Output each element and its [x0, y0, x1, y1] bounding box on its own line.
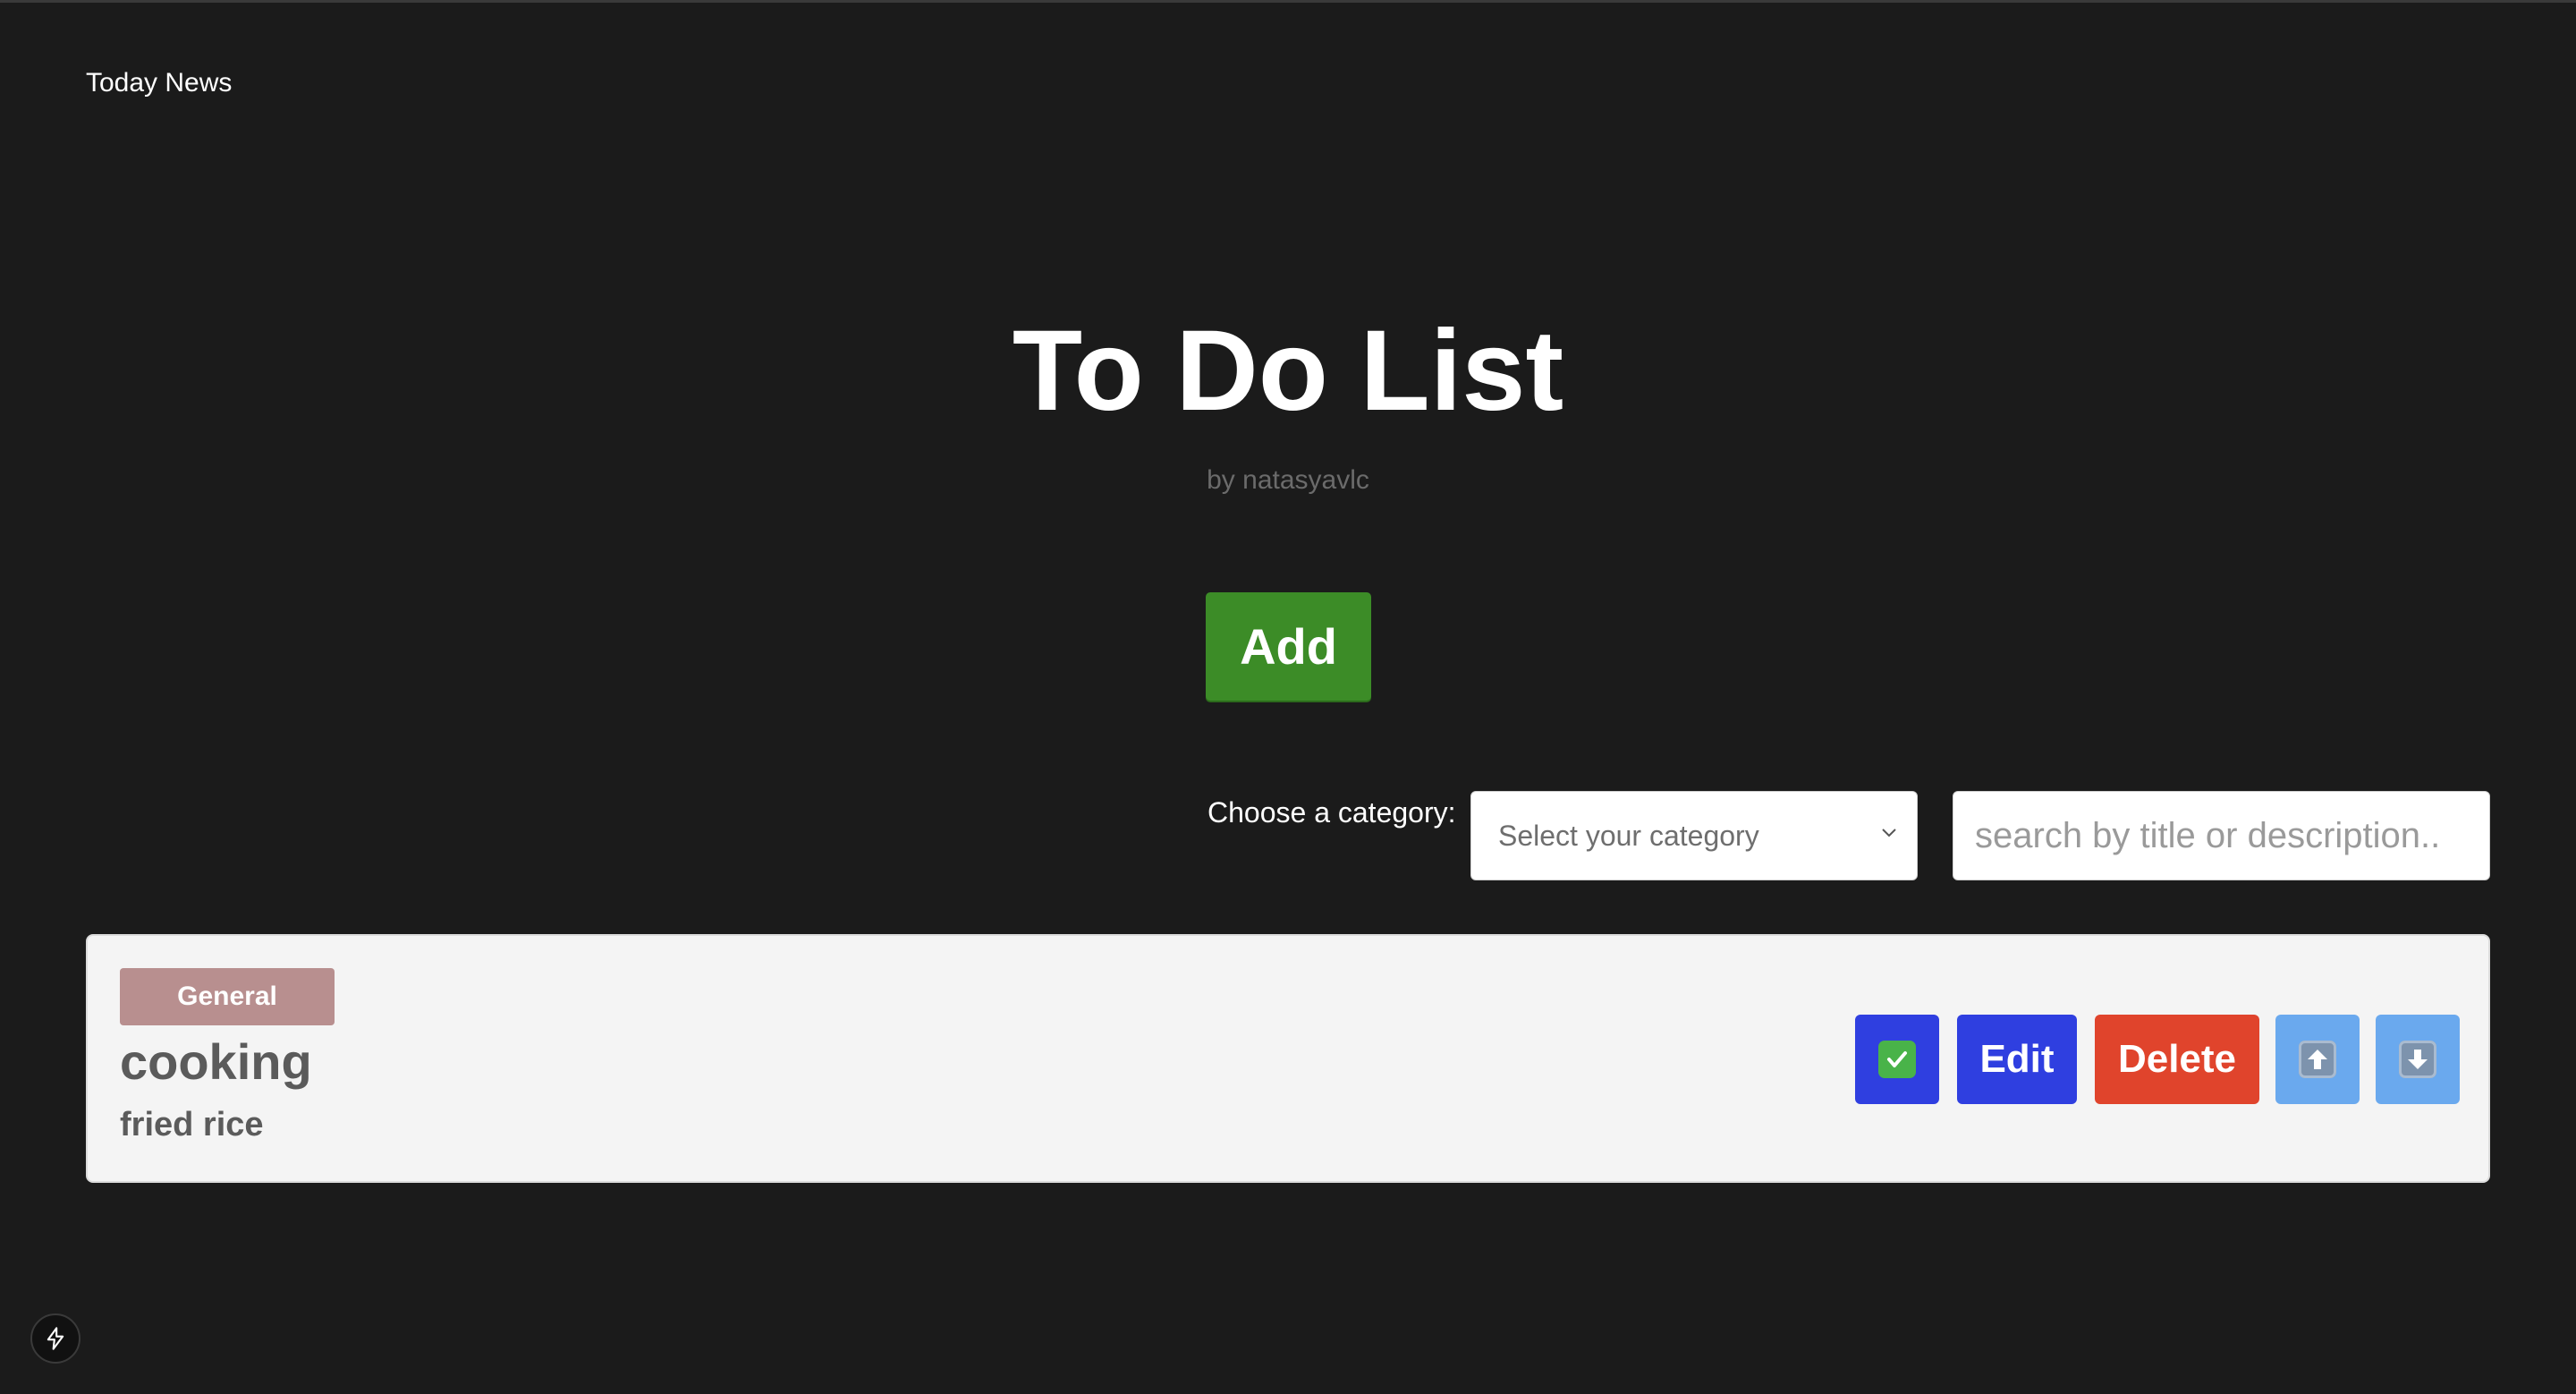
check-mark-icon [1878, 1041, 1916, 1078]
page-byline: by natasyavlc [1207, 465, 1369, 495]
page-title: To Do List [1012, 307, 1564, 435]
mark-done-button[interactable] [1855, 1015, 1939, 1104]
window-top-border [0, 0, 2576, 3]
move-up-button[interactable] [2275, 1015, 2360, 1104]
task-title: cooking [120, 1033, 312, 1090]
add-button[interactable]: Add [1206, 592, 1371, 701]
chevron-down-icon [1882, 829, 1896, 837]
delete-button[interactable]: Delete [2095, 1015, 2259, 1104]
move-down-button[interactable] [2376, 1015, 2460, 1104]
category-select-value: Select your category [1498, 819, 1759, 852]
down-arrow-icon [2399, 1041, 2436, 1078]
task-description: fried rice [120, 1106, 264, 1143]
nav-link-today-news[interactable]: Today News [86, 68, 232, 98]
search-input[interactable] [1953, 791, 2490, 880]
devtools-toggle-button[interactable] [30, 1313, 80, 1364]
category-badge: General [120, 968, 335, 1025]
category-filter-label: Choose a category: [1208, 796, 1456, 829]
up-arrow-icon [2299, 1041, 2336, 1078]
lightning-bolt-icon [47, 1327, 64, 1350]
edit-button[interactable]: Edit [1957, 1015, 2077, 1104]
category-select[interactable]: Select your category [1470, 791, 1918, 880]
task-card: General cooking fried rice Edit Delete [86, 934, 2490, 1183]
